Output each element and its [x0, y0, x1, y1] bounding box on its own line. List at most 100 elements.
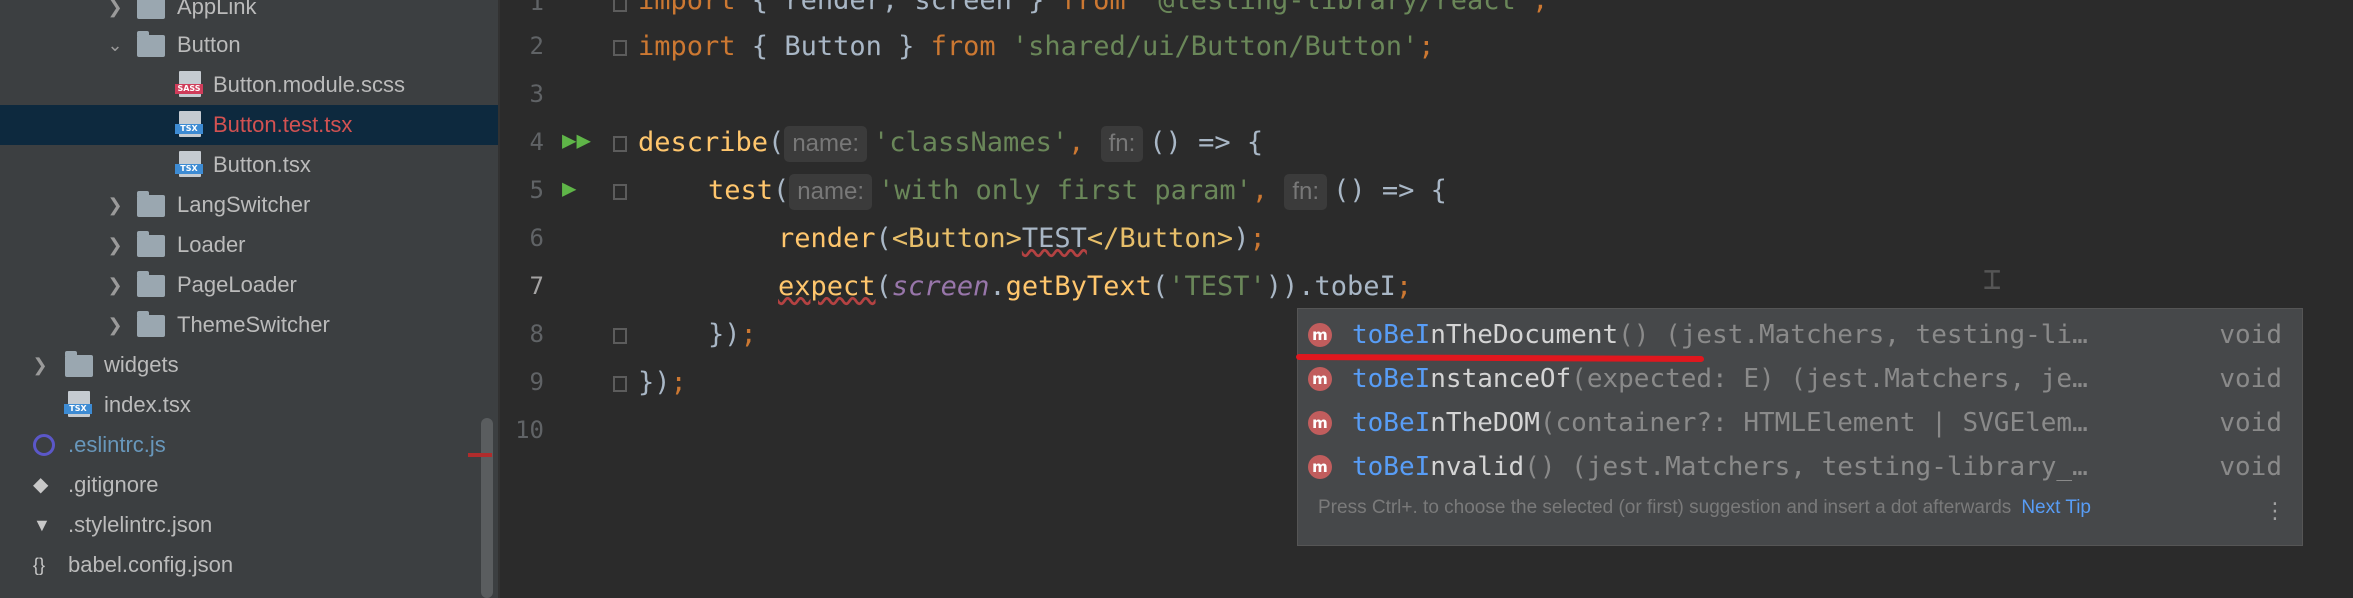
suggestion-item[interactable]: m toBeInstanceOf(expected: E) (jest.Matc… — [1298, 357, 2302, 401]
chevron-right-icon[interactable]: ❯ — [105, 0, 125, 27]
folder-icon — [137, 311, 165, 337]
tree-item-index-tsx[interactable]: TSX index.tsx — [0, 385, 498, 425]
stylelint-icon: ▼ — [33, 515, 51, 535]
suggestion-return-type: void — [2219, 364, 2282, 394]
fold-marker-icon[interactable] — [613, 376, 627, 392]
code-token: from — [1060, 0, 1126, 16]
next-tip-link[interactable]: Next Tip — [2021, 497, 2091, 518]
tree-item-label: index.tsx — [104, 392, 191, 417]
chevron-right-icon[interactable]: ❯ — [105, 265, 125, 305]
code-line-6: render(<Button>TEST</Button>); — [778, 215, 1266, 263]
code-token: ; — [1395, 271, 1413, 302]
suggestion-return-type: void — [2219, 320, 2282, 350]
suggestion-name: nTheDOM — [1430, 408, 1540, 438]
tree-item-gitignore[interactable]: ◆ .gitignore — [0, 465, 498, 505]
suggestion-text: toBeInTheDocument() (jest.Matchers, test… — [1352, 313, 2088, 357]
suggestion-text: toBeInvalid() (jest.Matchers, testing-li… — [1352, 445, 2088, 489]
code-line-4: describe(name:'classNames', fn:() => { — [638, 119, 1263, 167]
run-all-tests-icon[interactable]: ▶▶ — [562, 126, 591, 154]
tree-item-widgets[interactable]: ❯ widgets — [0, 345, 498, 385]
suggestion-text: toBeInTheDOM(container?: HTMLElement | S… — [1352, 401, 2088, 445]
git-icon: ◆ — [33, 474, 49, 496]
fold-marker-icon[interactable] — [613, 40, 627, 56]
tree-item-button-module-scss[interactable]: SASS Button.module.scss — [0, 65, 498, 105]
tree-item-eslintrc[interactable]: .eslintrc.js — [0, 425, 498, 465]
tree-item-button-tsx[interactable]: TSX Button.tsx — [0, 145, 498, 185]
code-token: getByText — [1005, 271, 1152, 302]
tree-item-stylelintrc[interactable]: ▼ .stylelintrc.json — [0, 505, 498, 545]
suggestion-prefix: toBeI — [1352, 452, 1431, 482]
autocomplete-popup[interactable]: m toBeInTheDocument() (jest.Matchers, te… — [1295, 308, 2303, 546]
suggestion-name: nTheDocument — [1430, 320, 1619, 350]
tree-item-button-test-tsx[interactable]: TSX Button.test.tsx — [0, 105, 498, 145]
code-token: TEST — [1021, 223, 1087, 254]
fold-marker-icon[interactable] — [613, 0, 627, 12]
fold-marker-icon[interactable] — [613, 136, 627, 152]
code-token: 'classNames' — [873, 127, 1069, 158]
tree-item-babel-config[interactable]: {} babel.config.json — [0, 545, 498, 585]
code-token: ; — [1249, 223, 1266, 254]
tree-item-label: .eslintrc.js — [68, 432, 166, 457]
code-token: ( — [768, 127, 785, 158]
tree-item-themeswitcher[interactable]: ❯ ThemeSwitcher — [0, 305, 498, 345]
code-line-5: test(name:'with only first param', fn:()… — [708, 167, 1447, 215]
line-number: 8 — [529, 320, 544, 348]
tree-item-label: AppLink — [177, 0, 257, 19]
file-type-tag: TSX — [64, 404, 92, 414]
code-line-7: expect(screen.getByText('TEST')).tobeI; — [778, 263, 1412, 311]
code-token: { Button } — [735, 31, 931, 62]
code-token: </Button> — [1086, 223, 1234, 254]
fold-marker-icon[interactable] — [613, 184, 627, 200]
tree-item-pageloader[interactable]: ❯ PageLoader — [0, 265, 498, 305]
tree-item-label: Loader — [177, 232, 246, 257]
eslint-icon — [33, 433, 61, 457]
tree-item-langswitcher[interactable]: ❯ LangSwitcher — [0, 185, 498, 225]
suggestion-signature: (expected: E) (jest.Matchers, je… — [1571, 364, 2088, 394]
tree-item-loader[interactable]: ❯ Loader — [0, 225, 498, 265]
suggestion-prefix: toBeI — [1352, 408, 1431, 438]
tree-item-label: babel.config.json — [68, 552, 234, 577]
chevron-down-icon[interactable]: ⌄ — [105, 25, 125, 65]
method-icon: m — [1308, 323, 1332, 347]
tree-item-button-folder[interactable]: ⌄ Button — [0, 25, 498, 65]
line-number: 10 — [515, 416, 544, 444]
line-number: 3 — [529, 80, 544, 108]
code-token: test — [708, 175, 774, 206]
run-test-icon[interactable]: ▶ — [562, 174, 576, 202]
folder-icon — [65, 351, 93, 377]
code-token: render — [778, 223, 876, 254]
code-token: () => { — [1149, 127, 1264, 158]
suggestion-item[interactable]: m toBeInTheDOM(container?: HTMLElement |… — [1298, 401, 2302, 445]
method-icon: m — [1308, 455, 1332, 479]
more-options-icon[interactable]: ⋮ — [2264, 499, 2286, 524]
suggestion-item[interactable]: m toBeInTheDocument() (jest.Matchers, te… — [1298, 313, 2302, 357]
popup-footer-text: Press Ctrl+. to choose the selected (or … — [1318, 497, 2012, 518]
suggestion-name: nstanceOf — [1430, 364, 1572, 394]
folder-icon — [137, 271, 165, 297]
tree-item-label: .gitignore — [68, 472, 159, 497]
chevron-right-icon[interactable]: ❯ — [30, 345, 50, 385]
code-token: , — [1068, 127, 1101, 158]
chevron-right-icon[interactable]: ❯ — [105, 305, 125, 345]
code-token: import — [638, 31, 736, 62]
tree-item-applink[interactable]: ❯ AppLink — [0, 0, 498, 27]
code-token: describe — [638, 127, 769, 158]
suggestion-return-type: void — [2219, 452, 2282, 482]
suggestion-name: nvalid — [1430, 452, 1525, 482]
chevron-right-icon[interactable]: ❯ — [105, 225, 125, 265]
suggestion-signature: () (jest.Matchers, testing-li… — [1618, 320, 2088, 350]
fold-marker-icon[interactable] — [613, 328, 627, 344]
code-token: }) — [638, 367, 671, 398]
code-line-1: import { render, screen } from '@testing… — [638, 0, 1548, 25]
folder-icon — [137, 231, 165, 257]
chevron-right-icon[interactable]: ❯ — [105, 185, 125, 225]
code-token: () => { — [1333, 175, 1447, 206]
tree-scrollbar[interactable] — [481, 418, 493, 598]
code-token: 'TEST' — [1168, 271, 1266, 302]
code-token: '@testing-library/react' — [1125, 0, 1533, 16]
tree-item-label: PageLoader — [177, 272, 297, 297]
suggestion-text: toBeInstanceOf(expected: E) (jest.Matche… — [1352, 357, 2088, 401]
code-token: . — [989, 271, 1006, 302]
suggestion-item[interactable]: m toBeInvalid() (jest.Matchers, testing-… — [1298, 445, 2302, 489]
line-number: 9 — [529, 368, 544, 396]
